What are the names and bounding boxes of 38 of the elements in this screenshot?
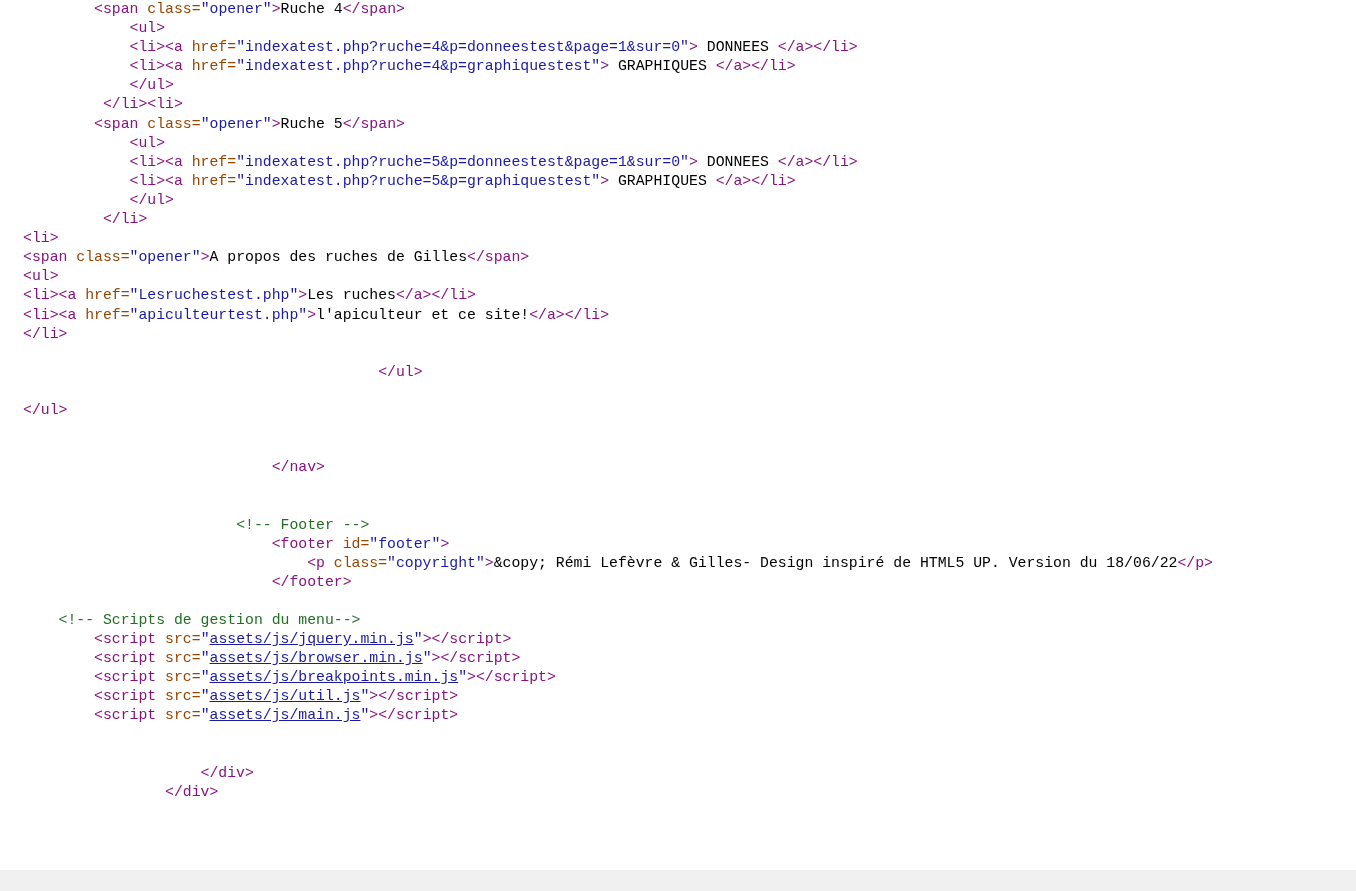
source-code-line: <script src="assets/js/browser.min.js"></script> xyxy=(94,650,521,667)
source-code-line: </ul> xyxy=(23,401,68,418)
source-code-line: <ul> xyxy=(23,268,59,285)
source-code-line: <ul> xyxy=(129,134,166,151)
source-code-line: </ul> xyxy=(378,363,423,380)
source-code-line: </div> xyxy=(165,783,219,800)
source-code-line: <script src="assets/js/main.js"></script> xyxy=(94,707,459,724)
link[interactable]: assets/js/breakpoints.min.js xyxy=(209,669,459,686)
source-code-line: </li> xyxy=(102,211,148,228)
source-code-line: <li><a href="indexatest.php?ruche=4&p=donneestest&page=1&sur=0"> DONNEES </a></li> xyxy=(129,39,858,56)
source-code-line: <script src="assets/js/jquery.min.js"></script> xyxy=(94,631,512,648)
link[interactable]: assets/js/main.js xyxy=(209,707,361,724)
source-code-line: </ul> xyxy=(129,191,174,208)
source-code-line: <footer id="footer"> xyxy=(271,535,450,552)
source-code-line: </ul> xyxy=(129,77,174,94)
link[interactable]: assets/js/jquery.min.js xyxy=(209,631,414,648)
source-code-line: <!-- Footer --> xyxy=(236,516,370,533)
source-code-line: <li> xyxy=(23,230,59,247)
source-code-line: </nav> xyxy=(271,459,325,476)
source-code-line: <span class="opener">A propos des ruches de Gilles</span> xyxy=(23,249,530,266)
link[interactable]: assets/js/browser.min.js xyxy=(209,650,423,667)
source-code-line: <span class="opener">Ruche 4</span> xyxy=(94,1,405,17)
source-code-line: </li><li> xyxy=(102,96,183,113)
source-code-line: </footer> xyxy=(271,573,352,590)
source-code-line: <li><a href="apiculteurtest.php">l'apiculteur et ce site!</a></li> xyxy=(23,306,610,323)
link[interactable]: assets/js/util.js xyxy=(209,688,361,705)
source-code-line: <script src="assets/js/util.js"></script> xyxy=(94,688,459,705)
source-code-line: <li><a href="Lesruchestest.php">Les ruches</a></li> xyxy=(23,287,476,304)
source-code-line: <p class="copyright">&copy; Rémi Lefèvre & Gilles- Design inspiré de HTML5 UP. Version du 18/06/22</p> xyxy=(307,554,1213,571)
source-code-line: <ul> xyxy=(129,20,166,37)
source-code-line: <span class="opener">Ruche 5</span> xyxy=(94,115,405,132)
source-code-line: <script src="assets/js/breakpoints.min.js"></script> xyxy=(94,669,556,686)
source-code-line: <!-- Scripts de gestion du menu--> xyxy=(58,612,361,628)
source-code-line: <li><a href="indexatest.php?ruche=5&p=graphiquestest"> GRAPHIQUES </a></li> xyxy=(129,172,796,189)
source-code-line: </li> xyxy=(23,325,68,342)
source-code-line: <li><a href="indexatest.php?ruche=4&p=graphiquestest"> GRAPHIQUES </a></li> xyxy=(129,58,796,75)
source-code-line: </div> xyxy=(200,764,254,781)
source-code-line: <li><a href="indexatest.php?ruche=5&p=donneestest&page=1&sur=0"> DONNEES </a></li> xyxy=(129,153,858,170)
